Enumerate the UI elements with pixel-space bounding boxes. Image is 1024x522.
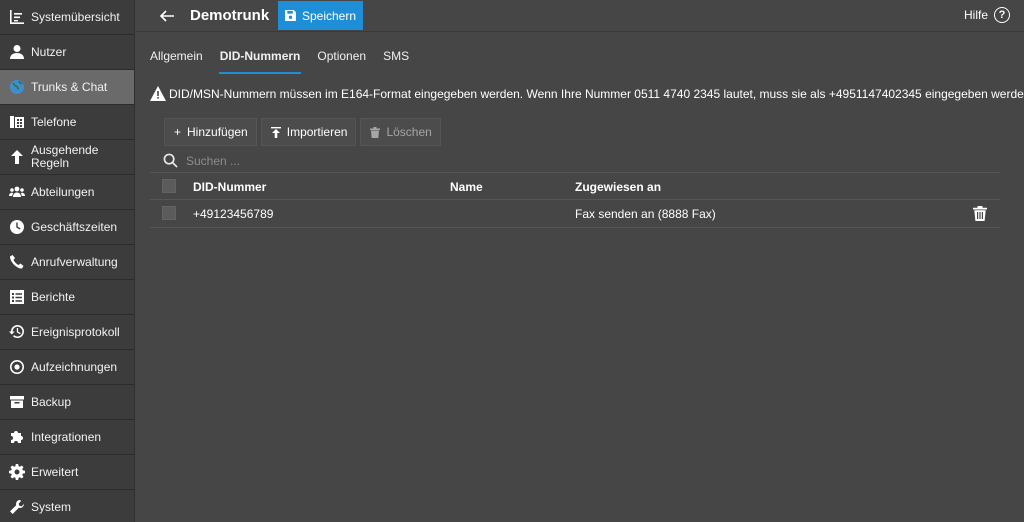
add-button[interactable]: + Hinzufügen	[164, 118, 257, 146]
clock-icon	[9, 219, 25, 235]
history-icon	[9, 324, 25, 340]
sidebar-item-label: Systemübersicht	[31, 9, 120, 24]
sidebar-item-integrationen[interactable]: Integrationen	[0, 420, 134, 455]
tab-allgemein[interactable]: Allgemein	[150, 47, 203, 74]
archive-icon	[9, 394, 25, 410]
sidebar-item-backup[interactable]: Backup	[0, 385, 134, 420]
sidebar-item-systemuebersicht[interactable]: Systemübersicht	[0, 0, 134, 35]
sidebar-item-label: System	[31, 499, 72, 514]
search-input[interactable]	[186, 153, 686, 168]
tab-sms[interactable]: SMS	[383, 47, 409, 74]
sidebar: Systemübersicht Nutzer Trunks & Chat Tel…	[0, 0, 135, 522]
tab-optionen[interactable]: Optionen	[317, 47, 366, 74]
import-button-label: Importieren	[286, 125, 348, 139]
trash-icon	[370, 126, 381, 138]
sidebar-item-abteilungen[interactable]: Abteilungen	[0, 175, 134, 210]
save-button[interactable]: Speichern	[278, 1, 363, 30]
sidebar-item-system[interactable]: System	[0, 490, 134, 522]
tab-did-nummern[interactable]: DID-Nummern	[218, 47, 302, 74]
sidebar-item-label: Aufzeichnungen	[31, 359, 118, 374]
column-header-did[interactable]: DID-Nummer	[193, 180, 266, 194]
help-button[interactable]: Hilfe ?	[964, 7, 1010, 23]
tab-bar: Allgemein DID-Nummern Optionen SMS	[150, 47, 426, 74]
dashboard-icon	[9, 9, 25, 25]
floppy-disk-icon	[284, 10, 296, 21]
question-mark-icon: ?	[994, 7, 1010, 23]
sidebar-item-label: Berichte	[31, 289, 76, 304]
sidebar-item-ausgehende-regeln[interactable]: Ausgehende Regeln	[0, 140, 134, 175]
page-title: Demotrunk	[190, 7, 270, 24]
main-content: Demotrunk Speichern Hilfe ? Allgemein DI…	[136, 0, 1024, 522]
search-icon	[163, 153, 178, 168]
trash-icon[interactable]	[973, 206, 987, 221]
record-icon	[9, 359, 25, 375]
gear-icon	[9, 464, 25, 480]
arrow-left-icon	[159, 10, 174, 22]
sidebar-item-label: Integrationen	[31, 429, 102, 444]
sidebar-item-telefone[interactable]: Telefone	[0, 105, 134, 140]
top-bar: Demotrunk Speichern Hilfe ?	[136, 0, 1024, 32]
sidebar-item-label: Backup	[31, 394, 72, 409]
column-header-name[interactable]: Name	[450, 180, 483, 194]
assigned-cell: Fax senden an (8888 Fax)	[575, 207, 716, 221]
list-icon	[9, 289, 25, 305]
sidebar-item-ereignisprotokoll[interactable]: Ereignisprotokoll	[0, 315, 134, 350]
delete-button-label: Löschen	[386, 125, 432, 139]
delete-button[interactable]: Löschen	[360, 118, 441, 146]
phone-icon	[9, 254, 25, 270]
sidebar-item-berichte[interactable]: Berichte	[0, 280, 134, 315]
did-number-cell: +49123456789	[193, 207, 274, 221]
add-button-label: Hinzufügen	[187, 125, 248, 139]
import-button[interactable]: Importieren	[260, 118, 357, 146]
sidebar-item-label: Ereignisprotokoll	[31, 324, 120, 339]
sidebar-item-label: Ausgehende Regeln	[31, 143, 99, 170]
sidebar-item-label: Erweitert	[31, 464, 79, 479]
column-header-assigned[interactable]: Zugewiesen an	[575, 180, 661, 194]
sidebar-item-aufzeichnungen[interactable]: Aufzeichnungen	[0, 350, 134, 385]
sidebar-item-nutzer[interactable]: Nutzer	[0, 35, 134, 70]
sidebar-item-anrufverwaltung[interactable]: Anrufverwaltung	[0, 245, 134, 280]
group-icon	[9, 184, 25, 200]
sidebar-item-label: Abteilungen	[31, 184, 95, 199]
back-button[interactable]	[158, 7, 176, 25]
sidebar-item-label: Anrufverwaltung	[31, 254, 118, 269]
help-label: Hilfe	[963, 8, 988, 22]
globe-icon	[9, 79, 25, 95]
toolbar: + Hinzufügen Importieren Löschen	[164, 118, 445, 146]
table-row[interactable]: +49123456789 Fax senden an (8888 Fax)	[150, 200, 1000, 228]
did-table: DID-Nummer Name Zugewiesen an +491234567…	[150, 173, 1000, 228]
row-checkbox[interactable]	[162, 206, 176, 220]
sidebar-item-trunks-chat[interactable]: Trunks & Chat	[0, 70, 134, 105]
phone-book-icon	[9, 114, 25, 130]
puzzle-icon	[9, 429, 25, 445]
sidebar-item-label: Geschäftszeiten	[31, 219, 118, 234]
save-button-label: Speichern	[301, 8, 357, 23]
sidebar-item-geschaeftszeiten[interactable]: Geschäftszeiten	[0, 210, 134, 245]
select-all-checkbox[interactable]	[162, 179, 176, 193]
user-icon	[9, 44, 25, 60]
upload-icon	[270, 126, 281, 138]
sidebar-item-erweitert[interactable]: Erweitert	[0, 455, 134, 490]
sidebar-item-label: Telefone	[31, 114, 77, 129]
warning-icon	[150, 86, 166, 101]
sidebar-item-label: Trunks & Chat	[31, 79, 108, 94]
sidebar-item-label: Nutzer	[31, 44, 67, 59]
warning-text: DID/MSN-Nummern müssen im E164-Format ei…	[169, 86, 1024, 101]
table-header-row: DID-Nummer Name Zugewiesen an	[150, 173, 1000, 200]
search-bar	[150, 149, 1000, 173]
wrench-icon	[9, 499, 25, 515]
arrow-up-icon	[9, 149, 25, 165]
plus-icon: +	[174, 125, 182, 139]
e164-warning: DID/MSN-Nummern müssen im E164-Format ei…	[150, 86, 1024, 101]
